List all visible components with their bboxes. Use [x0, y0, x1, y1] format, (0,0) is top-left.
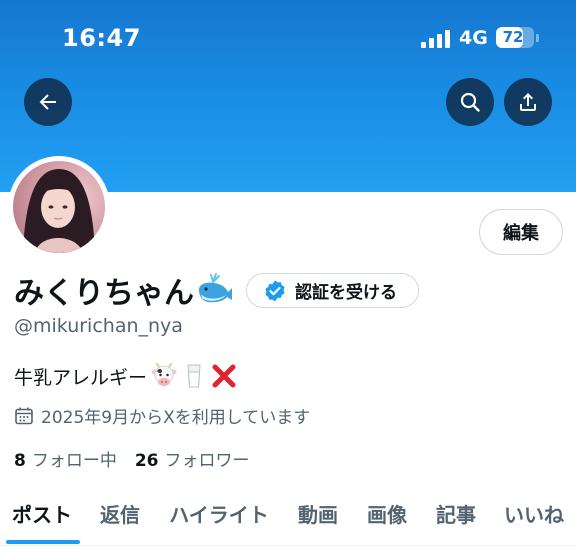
- tab-likes[interactable]: いいね: [496, 490, 572, 536]
- verify-label: 認証を受ける: [295, 283, 397, 303]
- status-bar: 16:47 4G 72: [0, 0, 576, 76]
- following-link[interactable]: 8 フォロー中: [14, 446, 117, 471]
- search-icon: [460, 92, 480, 112]
- tab-replies[interactable]: 返信: [92, 490, 148, 536]
- following-count: 8: [14, 451, 26, 471]
- tab-highlights[interactable]: ハイライト: [162, 490, 276, 536]
- join-date: 2025年9月からXを利用しています: [14, 403, 310, 428]
- arrow-left-icon: [39, 94, 56, 110]
- followers-label: フォロワー: [164, 451, 250, 471]
- back-button[interactable]: [24, 78, 72, 126]
- tab-media[interactable]: 画像: [359, 490, 415, 536]
- following-label: フォロー中: [31, 451, 117, 471]
- username-handle: @mikurichan_nya: [14, 315, 183, 337]
- calendar-icon: [15, 407, 33, 424]
- battery-icon: 72: [496, 27, 534, 48]
- avatar-photo: [13, 161, 105, 253]
- network-type: 4G: [459, 27, 488, 49]
- profile-bio: 牛乳アレルギー: [14, 361, 237, 391]
- follow-stats: 8 フォロー中 26 フォロワー: [14, 446, 250, 471]
- verified-badge-icon: [265, 280, 285, 301]
- followers-link[interactable]: 26 フォロワー: [135, 446, 250, 471]
- bio-text: 牛乳アレルギー: [14, 366, 148, 389]
- tab-posts[interactable]: ポスト: [4, 490, 80, 536]
- profile-tabs: ポスト 返信 ハイライト 動画 画像 記事 いいね: [0, 490, 576, 546]
- status-time: 16:47: [62, 24, 141, 52]
- tab-articles[interactable]: 記事: [428, 490, 484, 536]
- tab-videos[interactable]: 動画: [290, 490, 346, 536]
- share-icon: [520, 93, 536, 111]
- milk-glass-icon: [187, 364, 201, 388]
- join-date-text: 2025年9月からXを利用しています: [41, 408, 311, 428]
- battery-level: 72: [502, 28, 524, 46]
- red-x-icon: [212, 364, 236, 388]
- battery-cap: [536, 34, 539, 42]
- followers-count: 26: [134, 451, 159, 471]
- edit-profile-button[interactable]: 編集: [479, 209, 563, 255]
- signal-icon: [421, 30, 451, 48]
- whale-icon: [199, 273, 232, 303]
- active-tab-indicator: [6, 540, 80, 544]
- share-button[interactable]: [504, 78, 552, 126]
- get-verified-button[interactable]: 認証を受ける: [246, 273, 419, 308]
- avatar[interactable]: [8, 156, 110, 258]
- cow-face-icon: [151, 363, 177, 386]
- search-button[interactable]: [446, 78, 494, 126]
- display-name: みくりちゃん: [14, 276, 194, 311]
